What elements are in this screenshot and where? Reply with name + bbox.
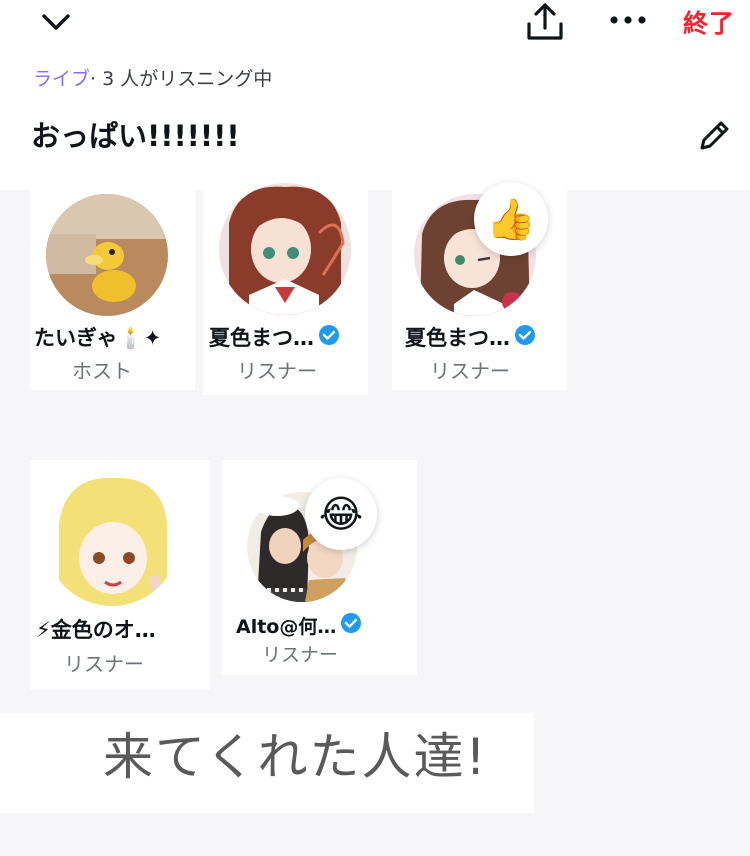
listener-count: · 3 人がリスニング中 — [90, 68, 273, 90]
participant-name: たいぎゃ🕯️✦ — [34, 326, 162, 350]
more-icon[interactable] — [608, 12, 648, 31]
participant-name: 夏色まつ… — [209, 322, 340, 352]
thumbs-up-reaction-icon: 👍 — [474, 182, 548, 256]
end-space-button[interactable]: 終了 — [683, 4, 735, 40]
live-label: ライブ — [33, 68, 91, 90]
pencil-icon[interactable] — [695, 117, 733, 159]
participant-name: Alto@何… — [236, 612, 362, 639]
avatar[interactable] — [219, 183, 351, 315]
participant-role: リスナー — [237, 359, 317, 383]
caption-text: 来てくれた人達! — [103, 728, 488, 786]
verified-badge-icon — [340, 612, 362, 639]
participant-role: ホスト — [72, 359, 132, 383]
laughing-reaction-icon: 😂 — [305, 478, 377, 550]
participant-role: リスナー — [64, 652, 144, 676]
share-icon[interactable] — [524, 2, 566, 46]
verified-badge-icon — [318, 324, 340, 351]
verified-badge-icon — [514, 324, 536, 351]
participant-role: リスナー — [262, 644, 339, 666]
participant-name: 夏色まつ… — [405, 322, 536, 352]
space-title: おっぱい!!!!!!! — [31, 119, 240, 153]
avatar[interactable] — [45, 472, 179, 606]
chevron-down-icon[interactable] — [40, 10, 72, 38]
space-status: ライブ· 3 人がリスニング中 — [33, 64, 272, 91]
participant-role: リスナー — [430, 359, 510, 383]
avatar[interactable] — [46, 194, 168, 316]
participant-name: ⚡金色のオ… — [36, 618, 156, 642]
